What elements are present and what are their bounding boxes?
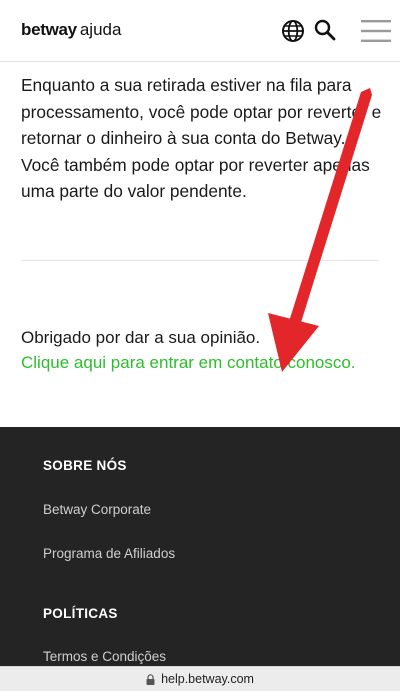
feedback-thanks: Obrigado por dar a sua opinião. [21, 328, 261, 347]
browser-url-text: help.betway.com [161, 672, 254, 686]
site-header: betway ajuda [0, 0, 400, 62]
lock-icon [146, 673, 155, 685]
footer-heading-policies: POLÍTICAS [43, 606, 118, 621]
globe-icon[interactable] [281, 19, 305, 43]
footer-link-affiliates[interactable]: Programa de Afiliados [43, 546, 175, 561]
brand-subtitle: ajuda [79, 20, 122, 39]
footer-link-betway-corporate[interactable]: Betway Corporate [43, 502, 151, 517]
section-divider [21, 260, 379, 261]
footer-link-terms[interactable]: Termos e Condições [43, 649, 166, 664]
brand-logo[interactable]: betway ajuda [21, 20, 121, 44]
brand-logo-text: betway [21, 20, 77, 39]
hamburger-menu-icon[interactable] [361, 19, 391, 43]
contact-us-link[interactable]: Clique aqui para entrar em contato conos… [21, 350, 391, 375]
site-footer: SOBRE NÓS Betway Corporate Programa de A… [0, 427, 400, 667]
browser-url-bar[interactable]: help.betway.com [0, 666, 400, 691]
footer-heading-about: SOBRE NÓS [43, 458, 127, 473]
article-body: Enquanto a sua retirada estiver na fila … [21, 75, 382, 201]
search-icon[interactable] [314, 19, 336, 41]
